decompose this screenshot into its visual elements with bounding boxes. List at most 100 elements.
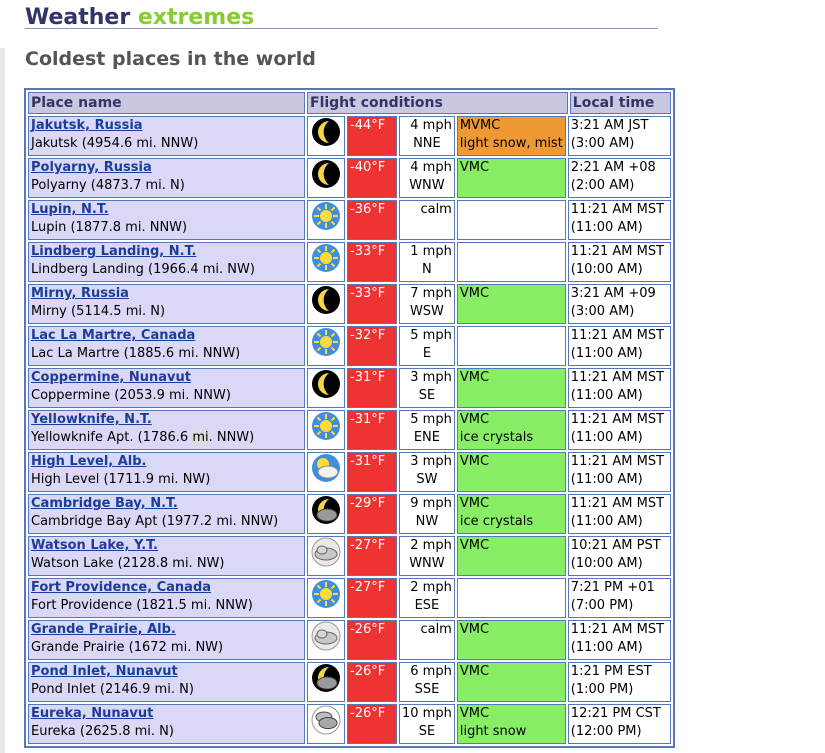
temperature-cell: -27°F <box>347 536 397 576</box>
place-link[interactable]: Lac La Martre, Canada <box>31 327 302 345</box>
station-label: Lupin (1877.8 mi. NNW) <box>31 220 188 235</box>
column-header-place: Place name <box>28 92 305 114</box>
flight-condition-cell: VMC <box>456 158 566 198</box>
weather-icon-cell <box>307 326 345 366</box>
local-time-alt: (11:00 AM) <box>570 388 643 403</box>
local-time-alt: (2:00 AM) <box>570 178 635 193</box>
weather-icon-cell <box>307 662 345 702</box>
wind-speed: 2 mph <box>410 580 452 595</box>
temperature-cell: -33°F <box>347 284 397 324</box>
place-cell: Mirny, Russia Mirny (5114.5 mi. N) <box>28 284 305 324</box>
moon-icon <box>310 369 342 399</box>
wind-cell: 2 mph WNW <box>399 536 455 576</box>
place-link[interactable]: Lupin, N.T. <box>31 201 302 219</box>
weather-icon-cell <box>307 242 345 282</box>
place-link[interactable]: Lindberg Landing, N.T. <box>31 243 302 261</box>
cloud-icon <box>310 621 342 651</box>
station-label: Coppermine (2053.9 mi. NNW) <box>31 388 231 403</box>
flight-condition-cell: VMC <box>456 452 566 492</box>
moon-icon <box>310 285 342 315</box>
wind-direction: SE <box>418 724 436 739</box>
weather-icon-cell <box>307 452 345 492</box>
wind-speed: 2 mph <box>410 538 452 553</box>
station-label: Yellowknife Apt. (1786.6 mi. NNW) <box>31 430 255 445</box>
temperature-cell: -29°F <box>347 494 397 534</box>
wind-speed: calm <box>420 202 452 217</box>
flight-condition-cell: VMC ice crystals <box>456 410 566 450</box>
place-link[interactable]: Pond Inlet, Nunavut <box>31 663 302 681</box>
place-cell: Polyarny, Russia Polyarny (4873.7 mi. N) <box>28 158 305 198</box>
place-link[interactable]: Grande Prairie, Alb. <box>31 621 302 639</box>
flight-condition-cell <box>456 578 566 618</box>
place-cell: High Level, Alb. High Level (1711.9 mi. … <box>28 452 305 492</box>
place-cell: Cambridge Bay, N.T. Cambridge Bay Apt (1… <box>28 494 305 534</box>
flight-condition: VMC <box>459 706 490 721</box>
column-header-local-time: Local time <box>569 92 671 114</box>
table-row: Jakutsk, Russia Jakutsk (4954.6 mi. NNW)… <box>28 116 671 156</box>
station-label: Mirny (5114.5 mi. N) <box>31 304 166 319</box>
place-link[interactable]: Yellowknife, N.T. <box>31 411 302 429</box>
local-time: 11:21 AM MST <box>570 202 665 217</box>
table-row: Lupin, N.T. Lupin (1877.8 mi. NNW) -36°F… <box>28 200 671 240</box>
flight-condition: VMC <box>459 160 490 175</box>
wind-cell: 4 mph NNE <box>399 116 455 156</box>
place-link[interactable]: High Level, Alb. <box>31 453 302 471</box>
local-time: 11:21 AM MST <box>570 244 665 259</box>
flight-condition: VMC <box>459 496 490 511</box>
weather-icon-cell <box>307 620 345 660</box>
place-cell: Eureka, Nunavut Eureka (2625.8 mi. N) <box>28 704 305 744</box>
wind-speed: 5 mph <box>410 412 452 427</box>
place-link[interactable]: Eureka, Nunavut <box>31 705 302 723</box>
place-link[interactable]: Fort Providence, Canada <box>31 579 302 597</box>
weather-table: Place name Flight conditions Local time … <box>24 88 675 748</box>
table-header-row: Place name Flight conditions Local time <box>28 92 671 114</box>
table-row: Cambridge Bay, N.T. Cambridge Bay Apt (1… <box>28 494 671 534</box>
overcast-icon <box>310 705 342 735</box>
weather-icon-cell <box>307 410 345 450</box>
place-link[interactable]: Cambridge Bay, N.T. <box>31 495 302 513</box>
wind-cell: 5 mph E <box>399 326 455 366</box>
place-cell: Watson Lake, Y.T. Watson Lake (2128.8 mi… <box>28 536 305 576</box>
wind-cell: 2 mph ESE <box>399 578 455 618</box>
place-link[interactable]: Polyarny, Russia <box>31 159 302 177</box>
local-time: 3:21 AM +09 <box>570 286 656 301</box>
wind-cell: 10 mph SE <box>399 704 455 744</box>
place-link[interactable]: Mirny, Russia <box>31 285 302 303</box>
local-time-cell: 1:21 PM EST (1:00 PM) <box>567 662 671 702</box>
local-time-cell: 11:21 AM MST (11:00 AM) <box>567 200 671 240</box>
wind-speed: 3 mph <box>410 370 452 385</box>
local-time-cell: 11:21 AM MST (11:00 AM) <box>567 494 671 534</box>
sun-cloud-icon <box>310 453 342 483</box>
place-link[interactable]: Jakutsk, Russia <box>31 117 302 135</box>
weather-icon-cell <box>307 578 345 618</box>
station-label: Jakutsk (4954.6 mi. NNW) <box>31 136 199 151</box>
local-time-alt: (11:00 AM) <box>570 430 643 445</box>
table-row: Polyarny, Russia Polyarny (4873.7 mi. N)… <box>28 158 671 198</box>
wind-direction: ESE <box>414 598 440 613</box>
local-time: 2:21 AM +08 <box>570 160 656 175</box>
local-time: 11:21 AM MST <box>570 370 665 385</box>
local-time-cell: 7:21 PM +01 (7:00 PM) <box>567 578 671 618</box>
title-word-weather: Weather <box>25 5 131 30</box>
place-link[interactable]: Coppermine, Nunavut <box>31 369 302 387</box>
local-time-alt: (12:00 PM) <box>570 724 642 739</box>
station-label: High Level (1711.9 mi. NW) <box>31 472 211 487</box>
place-cell: Pond Inlet, Nunavut Pond Inlet (2146.9 m… <box>28 662 305 702</box>
local-time-cell: 11:21 AM MST (11:00 AM) <box>567 368 671 408</box>
local-time: 12:21 PM CST <box>570 706 661 721</box>
wind-cell: 3 mph SE <box>399 368 455 408</box>
wind-speed: 10 mph <box>402 706 452 721</box>
local-time-cell: 11:21 AM MST (11:00 AM) <box>567 452 671 492</box>
station-label: Lindberg Landing (1966.4 mi. NW) <box>31 262 255 277</box>
flight-condition-cell: VMC <box>456 536 566 576</box>
wind-cell: 1 mph N <box>399 242 455 282</box>
title-word-extremes: extremes <box>137 5 255 30</box>
flight-condition: VMC <box>459 538 490 553</box>
local-time-cell: 11:21 AM MST (11:00 AM) <box>567 410 671 450</box>
table-row: Grande Prairie, Alb. Grande Prairie (167… <box>28 620 671 660</box>
weather-description: ice crystals <box>459 430 534 445</box>
cloud-icon <box>310 537 342 567</box>
place-link[interactable]: Watson Lake, Y.T. <box>31 537 302 555</box>
place-cell: Lupin, N.T. Lupin (1877.8 mi. NNW) <box>28 200 305 240</box>
wind-direction: NW <box>415 514 439 529</box>
